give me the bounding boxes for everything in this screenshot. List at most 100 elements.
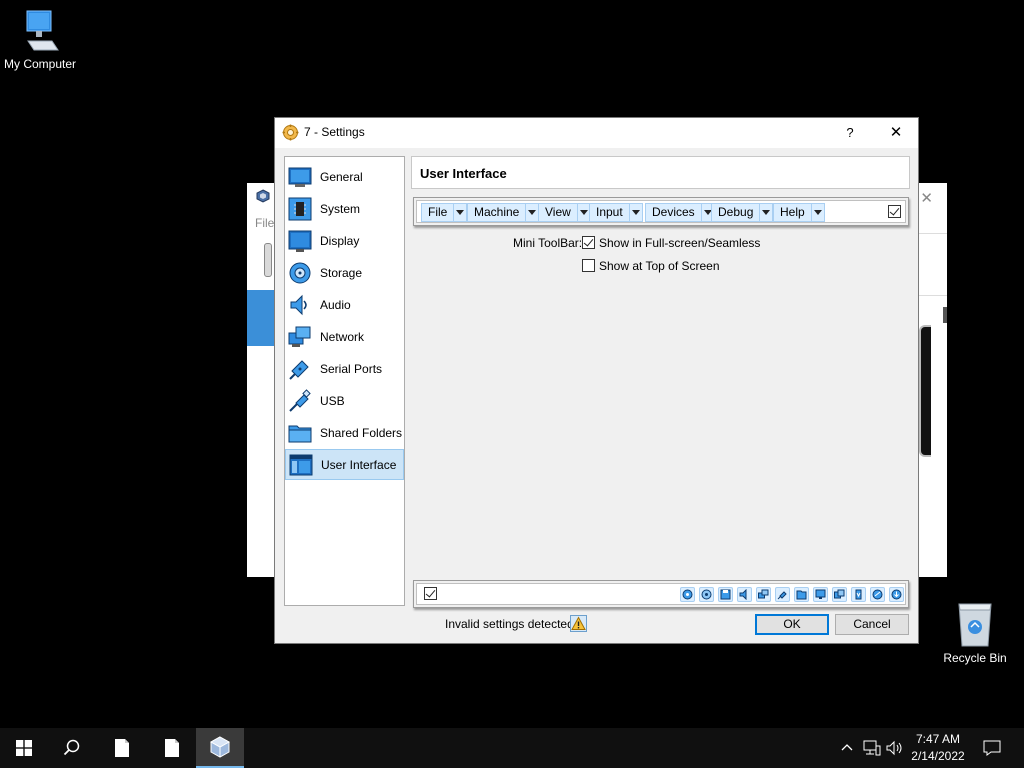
menu-button-label: File: [421, 203, 455, 222]
manager-divider: [919, 233, 947, 234]
menu-button-label: Machine: [467, 203, 527, 222]
menubar-enabled-checkbox[interactable]: [888, 205, 901, 218]
settings-gear-icon: [282, 124, 299, 141]
recycle-bin-icon: [958, 603, 992, 647]
sidebar-item-user-interface[interactable]: User Interface: [285, 449, 404, 480]
volume-icon[interactable]: [886, 740, 904, 756]
network-icon[interactable]: [756, 587, 771, 602]
manager-tool-icon: [264, 243, 272, 277]
notifications-icon[interactable]: [983, 740, 1001, 756]
start-button[interactable]: [0, 728, 48, 768]
usb-icon[interactable]: [775, 587, 790, 602]
menu-button-label: Help: [773, 203, 812, 222]
mouse-integration-icon[interactable]: [870, 587, 885, 602]
display-icon[interactable]: [813, 587, 828, 602]
shared-folder-icon: [288, 425, 312, 442]
manager-divider: [919, 295, 947, 296]
sidebar-item-label: System: [320, 201, 361, 216]
desktop-icon-recycle-bin[interactable]: Recycle Bin: [933, 600, 1017, 665]
network-icon: [288, 326, 311, 347]
taskbar-clock[interactable]: 7:47 AM 2/14/2022: [906, 731, 970, 765]
fullscreen-seamless-checkbox[interactable]: [582, 236, 595, 249]
sidebar-item-shared-folders[interactable]: Shared Folders: [285, 417, 404, 448]
ok-button[interactable]: OK: [755, 614, 829, 635]
sidebar-item-general[interactable]: General: [285, 161, 404, 192]
manager-menu-file[interactable]: File: [255, 216, 274, 230]
warning-icon[interactable]: [570, 615, 587, 632]
taskbar-file-1[interactable]: [98, 728, 146, 768]
hard-disk-icon[interactable]: [680, 587, 695, 602]
manager-selected-vm[interactable]: [247, 290, 275, 346]
file-icon: [165, 739, 179, 757]
sidebar-item-network[interactable]: Network: [285, 321, 404, 352]
sidebar-item-display[interactable]: Display: [285, 225, 404, 256]
search-icon: [63, 739, 80, 756]
dialog-title: 7 - Settings: [304, 125, 365, 139]
menu-button-help[interactable]: Help: [773, 203, 825, 222]
section-header: User Interface: [411, 156, 910, 189]
menu-button-label: View: [538, 203, 578, 222]
manager-preview-panel: [919, 325, 931, 457]
close-button[interactable]: ✕: [881, 122, 911, 144]
menu-button-input[interactable]: Input: [589, 203, 643, 222]
chevron-down-icon[interactable]: [629, 203, 643, 222]
keyboard-icon[interactable]: [889, 587, 904, 602]
menu-button-view[interactable]: View: [538, 203, 591, 222]
sidebar-item-label: Shared Folders: [320, 425, 403, 440]
menu-button-devices[interactable]: Devices: [645, 203, 715, 222]
sidebar-item-storage[interactable]: Storage: [285, 257, 404, 288]
general-icon: [288, 167, 312, 187]
dialog-titlebar[interactable]: 7 - Settings ? ✕: [275, 118, 918, 148]
statusbar-editor: [413, 580, 909, 608]
statusbar-enabled-checkbox[interactable]: [424, 587, 437, 600]
manager-close-icon[interactable]: ✕: [920, 189, 933, 207]
cpu-icon[interactable]: [851, 587, 866, 602]
top-of-screen-label[interactable]: Show at Top of Screen: [599, 259, 720, 273]
cancel-button[interactable]: Cancel: [835, 614, 909, 635]
desktop-icon-my-computer[interactable]: My Computer: [0, 8, 82, 71]
optical-disk-icon[interactable]: [699, 587, 714, 602]
statusbar-editor-strip: [416, 583, 906, 605]
usb-icon: [289, 388, 311, 412]
sidebar-item-system[interactable]: System: [285, 193, 404, 224]
chevron-down-icon[interactable]: [454, 203, 468, 222]
sidebar-item-serial-ports[interactable]: Serial Ports: [285, 353, 404, 384]
fullscreen-seamless-label[interactable]: Show in Full-screen/Seamless: [599, 236, 760, 250]
sidebar-item-label: User Interface: [321, 457, 397, 472]
menu-button-file[interactable]: File: [421, 203, 468, 222]
menu-button-debug[interactable]: Debug: [711, 203, 774, 222]
taskbar-file-2[interactable]: [148, 728, 196, 768]
help-button[interactable]: ?: [835, 122, 865, 144]
sidebar-item-audio[interactable]: Audio: [285, 289, 404, 320]
menu-button-label: Devices: [645, 203, 702, 222]
search-button[interactable]: [48, 728, 96, 768]
menu-button-label: Input: [589, 203, 630, 222]
shared-folder-icon[interactable]: [794, 587, 809, 602]
desktop-icon-label: My Computer: [3, 57, 77, 71]
settings-dialog: 7 - Settings ? ✕ General System Display …: [274, 117, 919, 644]
virtualbox-logo-icon: [209, 736, 231, 758]
windows-logo-icon: [16, 740, 32, 756]
menu-button-machine[interactable]: Machine: [467, 203, 540, 222]
sidebar-item-label: Network: [320, 329, 365, 344]
sidebar-item-label: Audio: [320, 297, 351, 312]
sidebar-item-label: General: [320, 169, 363, 184]
menubar-editor: File Machine View Input Devices Debug He…: [413, 197, 909, 226]
floppy-icon[interactable]: [718, 587, 733, 602]
taskbar: 7:47 AM 2/14/2022: [0, 728, 1024, 768]
sidebar-item-usb[interactable]: USB: [285, 385, 404, 416]
sidebar-item-label: Display: [320, 233, 360, 248]
video-capture-icon[interactable]: [832, 587, 847, 602]
chevron-down-icon[interactable]: [811, 203, 825, 222]
storage-disk-icon: [289, 262, 311, 283]
audio-icon[interactable]: [737, 587, 752, 602]
show-hidden-icons-icon[interactable]: [840, 740, 854, 754]
manager-scrollbar[interactable]: [943, 307, 947, 323]
taskbar-virtualbox[interactable]: [196, 728, 244, 768]
mini-toolbar-label: Mini ToolBar:: [513, 236, 583, 250]
top-of-screen-checkbox[interactable]: [582, 259, 595, 272]
file-icon: [115, 739, 129, 757]
chevron-down-icon[interactable]: [760, 203, 774, 222]
network-tray-icon[interactable]: [863, 740, 881, 756]
user-interface-icon: [289, 454, 313, 475]
